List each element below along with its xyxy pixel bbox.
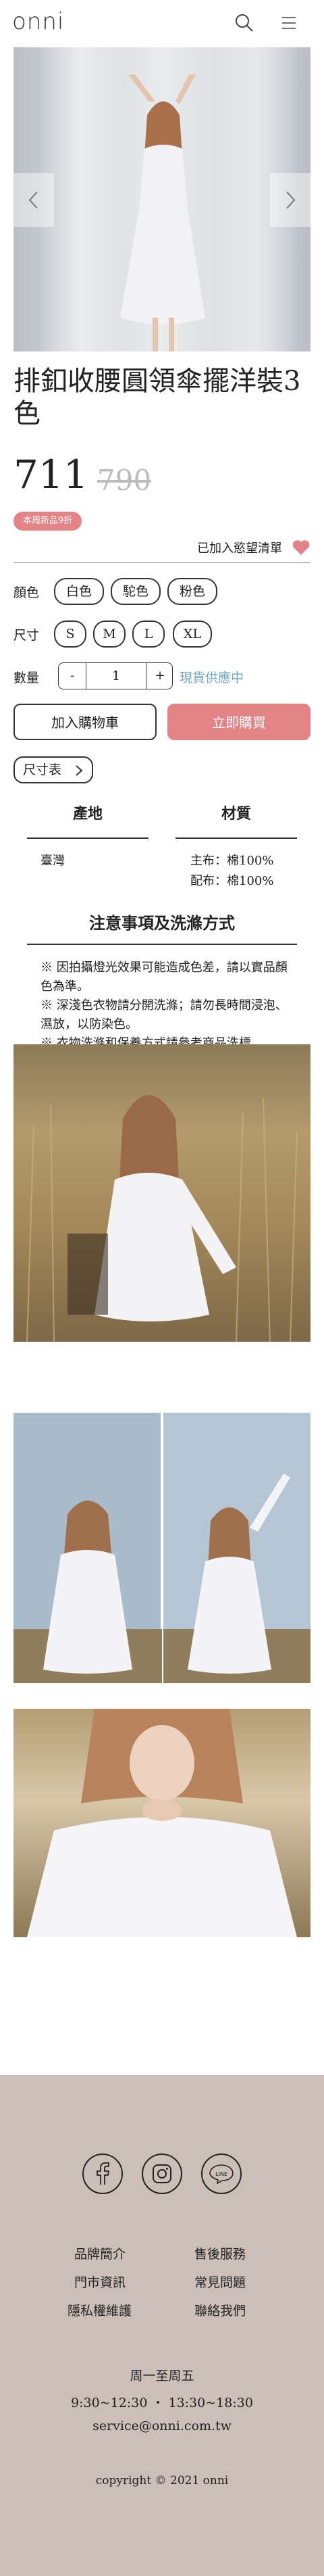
site-footer: LINE 品牌簡介 售後服務 門市資訊 常見問題 隱私權維護 聯絡我們 周一至周… [0,2075,324,2576]
color-option-pink[interactable]: 粉色 [167,578,217,605]
care-note: ※ 深淺色衣物請分開洗滌；請勿長時間浸泡、濕放，以防染色。 [40,998,288,1031]
chevron-right-icon [286,191,296,209]
add-to-cart-button[interactable]: 加入購物車 [14,704,157,740]
divider [176,837,297,839]
size-label: 尺寸 [14,628,40,643]
size-option-s[interactable]: S [54,621,86,648]
instagram-link[interactable] [142,2154,182,2194]
facebook-icon [97,2162,110,2185]
buy-now-button[interactable]: 立即購買 [167,704,310,740]
qty-input[interactable]: 1 [86,663,146,689]
search-icon[interactable] [232,11,256,35]
product-photo-wheat-field [14,1044,310,1342]
heart-icon [292,540,310,555]
instagram-icon [153,2164,171,2183]
origin-header: 產地 [72,805,103,823]
size-option-xl[interactable]: XL [173,621,212,648]
line-link[interactable]: LINE [201,2154,242,2194]
qty-increase-button[interactable]: + [146,663,173,689]
facebook-link[interactable] [82,2154,123,2194]
product-photo-duo [14,1413,310,1683]
material-header: 材質 [221,805,251,823]
origin-value: 臺灣 [40,854,65,868]
care-notes: ※ 因拍攝燈光效果可能造成色差，請以實品顏色為準。 ※ 深淺色衣物請分開洗滌；請… [40,958,292,1053]
footer-link-faq[interactable]: 常見問題 [194,2273,246,2291]
carousel-next-button[interactable] [270,173,310,227]
promo-badge: 本周新品9折 [14,512,82,531]
material-main: 主布：棉100% [190,854,274,868]
service-email[interactable]: service@onni.com.tw [0,2419,324,2433]
copyright: copyright © 2021 onni [95,2474,229,2487]
carousel-prev-button[interactable] [14,173,54,227]
footer-link-brand[interactable]: 品牌簡介 [74,2244,126,2262]
size-option-m[interactable]: M [93,621,126,648]
color-option-camel[interactable]: 駝色 [111,578,161,605]
product-image-carousel[interactable] [14,47,310,351]
divider [14,562,310,563]
divider [27,837,148,839]
model-figure [120,74,205,351]
qty-label: 數量 [14,671,40,685]
stock-status: 現貨供應中 [180,671,244,685]
wishlist-toggle[interactable]: 已加入慾望清單 [197,537,310,558]
size-chart-label: 尺寸表 [23,762,62,777]
site-header: onni [0,0,324,47]
color-option-white[interactable]: 白色 [54,578,104,605]
footer-link-contact[interactable]: 聯絡我們 [194,2301,246,2319]
size-option-l[interactable]: L [132,621,165,648]
footer-link-stores[interactable]: 門市資訊 [74,2273,126,2291]
care-title: 注意事項及洗滌方式 [89,913,235,933]
quantity-stepper: - 1 + [58,662,173,689]
product-photo-closeup [14,1709,310,1937]
size-chart-button[interactable]: 尺寸表 [14,756,93,783]
divider [27,944,297,945]
line-icon-text: LINE [215,2171,227,2177]
wishlist-label: 已加入慾望清單 [197,541,282,556]
material-lining: 配布：棉100% [190,874,274,888]
brand-logo[interactable]: onni [12,8,64,35]
qty-decrease-button[interactable]: - [59,663,86,689]
product-price: 711 [14,452,88,497]
line-icon: LINE [209,2164,234,2184]
care-note: ※ 因拍攝燈光效果可能造成色差，請以實品顏色為準。 [40,961,288,994]
chevron-left-icon [28,191,38,209]
product-title: 排釦收腰圓領傘擺洋裝3色 [14,366,301,429]
original-price: 790 [97,464,152,497]
menu-icon[interactable] [277,11,301,35]
service-hours: 9:30~12:30 ・ 13:30~18:30 [71,2396,253,2410]
color-label: 顏色 [14,585,40,600]
chevron-right-icon [76,765,83,776]
service-days: 周一至周五 [130,2368,194,2383]
footer-link-after-sales[interactable]: 售後服務 [194,2244,246,2262]
footer-link-privacy[interactable]: 隱私權維護 [68,2301,132,2319]
